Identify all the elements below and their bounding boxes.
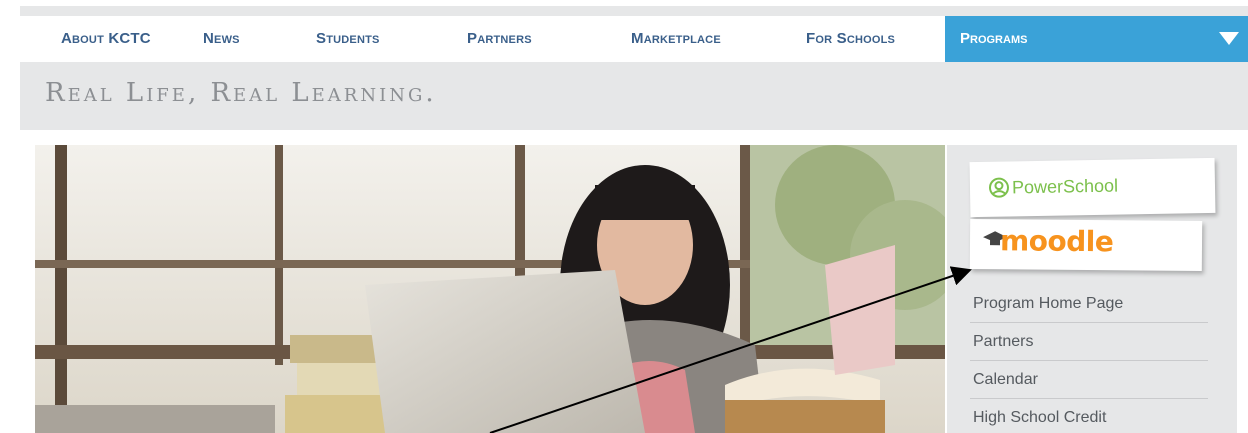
sidebar-menu: Program Home Page Partners Calendar High… bbox=[970, 285, 1208, 433]
site-tagline: Real Life, Real Learning. bbox=[45, 78, 437, 108]
hero-illustration bbox=[35, 145, 945, 433]
sidebar-item-partners[interactable]: Partners bbox=[970, 323, 1208, 361]
nav-partners[interactable]: Partners bbox=[467, 16, 532, 62]
nav-about-kctc[interactable]: About KCTC bbox=[61, 16, 151, 62]
sidebar-item-calendar[interactable]: Calendar bbox=[970, 361, 1208, 399]
nav-news[interactable]: News bbox=[203, 16, 240, 62]
nav-programs-tab[interactable]: Programs bbox=[945, 16, 1248, 62]
chevron-down-icon[interactable] bbox=[1218, 29, 1240, 47]
nav-programs-label: Programs bbox=[960, 30, 1028, 47]
powerschool-label: PowerSchool bbox=[1011, 175, 1119, 198]
powerschool-link[interactable]: PowerSchool bbox=[969, 157, 1216, 218]
nav-marketplace[interactable]: Marketplace bbox=[631, 16, 721, 62]
top-navigation: About KCTC News Students Partners Market… bbox=[20, 16, 1248, 62]
nav-for-schools[interactable]: For Schools bbox=[806, 16, 895, 62]
powerschool-logo-icon bbox=[988, 177, 1009, 198]
hero-image bbox=[35, 145, 945, 433]
sidebar-item-high-school-credit[interactable]: High School Credit bbox=[970, 399, 1208, 433]
moodle-link[interactable]: moodle bbox=[969, 218, 1203, 272]
moodle-label: moodle bbox=[999, 224, 1114, 259]
sidebar-item-program-home-page[interactable]: Program Home Page bbox=[970, 285, 1208, 323]
nav-students[interactable]: Students bbox=[316, 16, 380, 62]
